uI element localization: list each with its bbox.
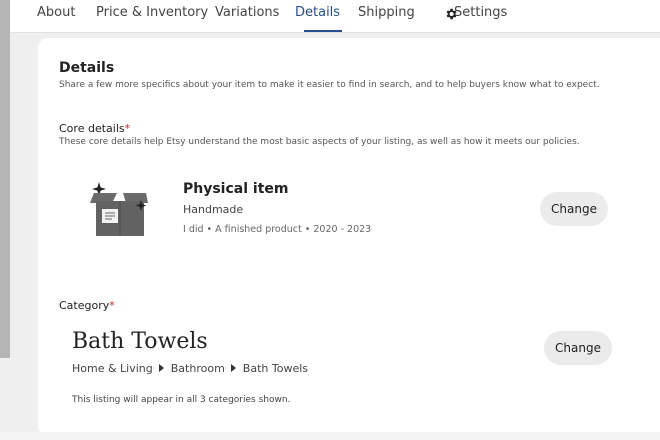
category-title: Category	[59, 299, 110, 312]
core-details-description: These core details help Etsy understand …	[59, 137, 580, 147]
tab-shipping[interactable]: Shipping	[358, 5, 415, 20]
page-bottom-edge	[0, 432, 660, 440]
details-subtitle: Share a few more specifics about your it…	[59, 80, 600, 90]
required-asterisk: *	[124, 122, 131, 135]
details-heading: Details	[59, 60, 115, 76]
box-sparkle-icon	[90, 181, 148, 237]
item-type-title: Physical item	[183, 181, 289, 197]
chevron-right-icon	[230, 364, 236, 372]
change-core-details-button[interactable]: Change	[540, 192, 608, 226]
category-heading: Category*	[59, 299, 115, 312]
left-scroll-edge	[0, 0, 10, 358]
category-name: Bath Towels	[72, 329, 208, 354]
change-category-button[interactable]: Change	[544, 331, 612, 365]
breadcrumb-item: Bathroom	[170, 362, 225, 375]
listing-tabs-nav: About Price & Inventory Variations Detai…	[10, 0, 660, 33]
tab-price-inventory[interactable]: Price & Inventory	[96, 5, 208, 20]
tab-details[interactable]: Details	[295, 5, 340, 20]
active-tab-indicator	[304, 30, 342, 32]
core-details-heading: Core details*	[59, 122, 130, 135]
item-meta: I did • A finished product • 2020 - 2023	[183, 224, 372, 235]
breadcrumb-item: Home & Living	[72, 362, 153, 375]
category-breadcrumb: Home & Living Bathroom Bath Towels	[72, 362, 308, 375]
core-details-title: Core details	[59, 122, 125, 135]
required-asterisk: *	[109, 299, 115, 312]
tab-about[interactable]: About	[37, 5, 75, 20]
item-made-by: Handmade	[183, 203, 244, 216]
category-note: This listing will appear in all 3 catego…	[72, 395, 291, 405]
details-card: Details Share a few more specifics about…	[38, 38, 660, 436]
chevron-right-icon	[158, 364, 164, 372]
tab-variations[interactable]: Variations	[215, 5, 279, 20]
tab-settings[interactable]: Settings	[454, 5, 507, 20]
breadcrumb-item: Bath Towels	[242, 362, 308, 375]
